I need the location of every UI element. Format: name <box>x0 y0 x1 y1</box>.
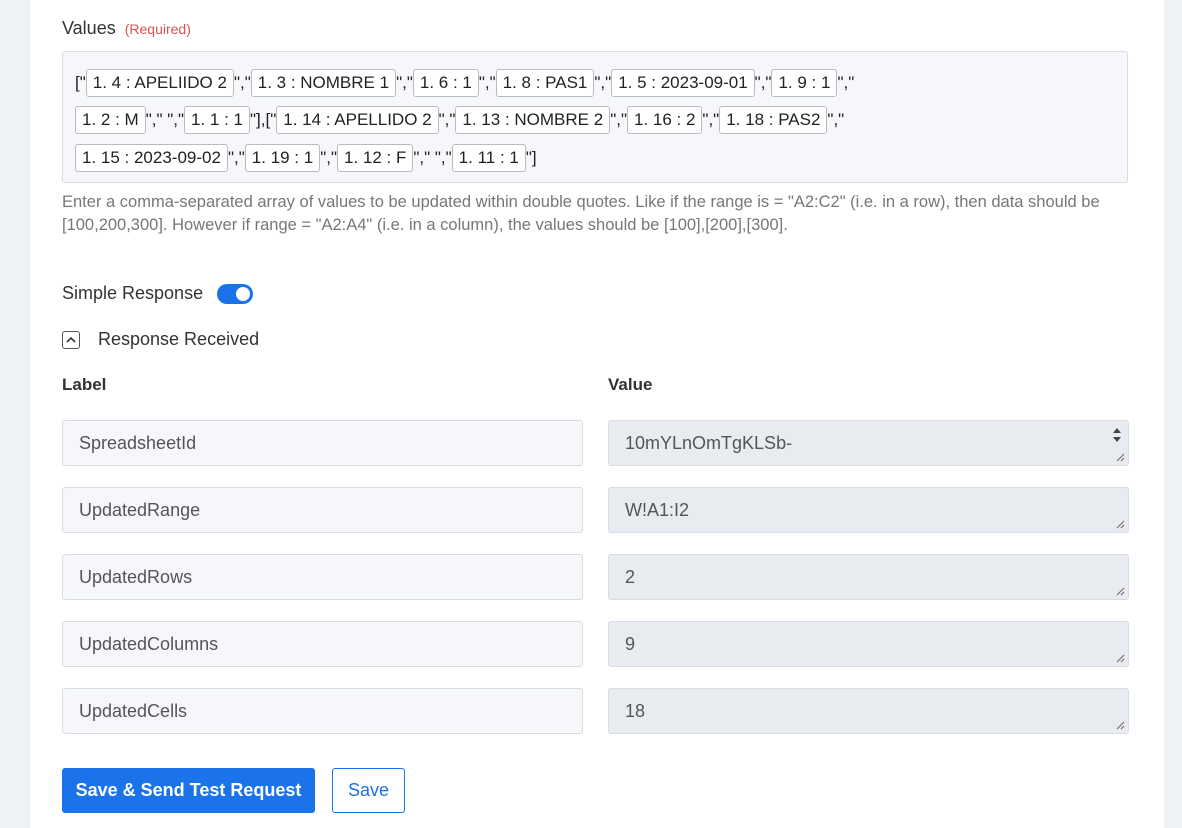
values-literal-text: "," "," <box>145 110 184 130</box>
required-indicator: (Required) <box>124 21 191 37</box>
resize-handle-icon[interactable] <box>1115 452 1125 462</box>
response-label-field[interactable]: UpdatedCells <box>62 688 583 734</box>
response-label-text: UpdatedColumns <box>79 633 219 654</box>
scroll-spinner-icon[interactable] <box>1110 423 1124 447</box>
resize-handle-icon[interactable] <box>1115 519 1125 529</box>
field-token-chip[interactable]: 1. 13 : NOMBRE 2 <box>455 106 611 135</box>
resize-handle-icon[interactable] <box>1115 720 1125 730</box>
values-label-text: Values <box>62 18 116 38</box>
simple-response-label: Simple Response <box>62 283 204 303</box>
values-literal-text: [" <box>75 72 86 92</box>
response-value-field[interactable]: 9 <box>608 621 1129 667</box>
field-token-chip[interactable]: 1. 11 : 1 <box>451 143 526 172</box>
response-value-text: 18 <box>625 700 646 721</box>
field-token-chip[interactable]: 1. 18 : PAS2 <box>719 106 828 135</box>
response-received-header[interactable]: Response Received <box>62 329 259 350</box>
save-button[interactable]: Save <box>332 768 405 813</box>
field-token-chip[interactable]: 1. 8 : PAS1 <box>495 68 595 97</box>
values-literal-text: "," <box>396 72 413 92</box>
simple-response-row: Simple Response <box>62 283 254 304</box>
values-literal-text: "," <box>610 110 627 130</box>
values-literal-text: "," <box>827 110 845 130</box>
field-token-chip[interactable]: 1. 5 : 2023-09-01 <box>611 68 755 97</box>
save-and-send-test-button[interactable]: Save & Send Test Request <box>62 768 315 813</box>
response-value-text: 10mYLnOmTgKLSb- <box>625 432 793 453</box>
values-literal-text: "," <box>754 72 772 92</box>
field-token-chip[interactable]: 1. 6 : 1 <box>412 68 479 97</box>
response-value-field[interactable]: 18 <box>608 688 1129 734</box>
value-column-header: Value <box>608 375 653 394</box>
response-value-text: 2 <box>625 566 636 587</box>
field-token-chip[interactable]: 1. 15 : 2023-09-02 <box>75 143 228 172</box>
values-literal-text: "," <box>227 147 245 167</box>
values-help-text: Enter a comma-separated array of values … <box>62 193 1100 234</box>
resize-handle-icon[interactable] <box>1115 653 1125 663</box>
values-literal-text: "," <box>837 72 855 92</box>
response-label-text: UpdatedRows <box>79 566 193 587</box>
response-value-field[interactable]: 2 <box>608 554 1129 600</box>
field-token-chip[interactable]: 1. 4 : APELIIDO 2 <box>85 68 234 97</box>
field-token-chip[interactable]: 1. 19 : 1 <box>244 143 321 172</box>
field-token-chip[interactable]: 1. 2 : M <box>75 106 146 135</box>
values-literal-text: "],[" <box>249 110 277 130</box>
response-received-label: Response Received <box>98 329 260 349</box>
form-panel: Values (Required) [" 1. 4 : APELIIDO 2 ","… <box>30 0 1164 828</box>
field-token-chip[interactable]: 1. 16 : 2 <box>626 106 703 135</box>
field-token-chip[interactable]: 1. 12 : F <box>336 143 414 172</box>
values-literal-text: "," <box>320 147 337 167</box>
values-field-label: Values (Required) <box>62 18 191 39</box>
field-token-chip[interactable]: 1. 3 : NOMBRE 1 <box>250 68 397 97</box>
resize-handle-icon[interactable] <box>1115 586 1125 596</box>
values-literal-text: "," <box>438 110 456 130</box>
values-literal-text: "," <box>233 72 251 92</box>
chevron-up-icon[interactable] <box>62 330 80 349</box>
response-value-text: 9 <box>625 633 636 654</box>
simple-response-toggle[interactable] <box>217 283 254 304</box>
values-literal-text: "," <box>702 110 720 130</box>
response-label-text: UpdatedRange <box>79 499 201 520</box>
response-label-field[interactable]: UpdatedRange <box>62 487 583 533</box>
response-label-field[interactable]: UpdatedRows <box>62 554 583 600</box>
values-input[interactable]: [" 1. 4 : APELIIDO 2 "," 1. 3 : NOMBRE 1 ","… <box>62 51 1128 183</box>
values-line: 1. 15 : 2023-09-02 "," 1. 19 : 1 "," 1. 12 :… <box>75 139 1115 177</box>
response-label-text: UpdatedCells <box>79 700 188 721</box>
toggle-knob <box>236 286 251 301</box>
values-literal-text: "," "," <box>413 147 452 167</box>
field-token-chip[interactable]: 1. 9 : 1 <box>771 68 838 97</box>
label-column-header: Label <box>62 375 107 394</box>
response-value-text: W!A1:I2 <box>625 499 690 520</box>
response-value-field[interactable]: 10mYLnOmTgKLSb- <box>608 420 1129 466</box>
field-token-chip[interactable]: 1. 1 : 1 <box>184 106 250 135</box>
response-label-field[interactable]: SpreadsheetId <box>62 420 583 466</box>
values-line: 1. 2 : M "," "," 1. 1 : 1 "],[" 1. 14 : APEL… <box>75 102 1115 140</box>
field-token-chip[interactable]: 1. 14 : APELLIDO 2 <box>276 106 439 135</box>
response-label-text: SpreadsheetId <box>79 432 197 453</box>
response-label-field[interactable]: UpdatedColumns <box>62 621 583 667</box>
values-line: [" 1. 4 : APELIIDO 2 "," 1. 3 : NOMBRE 1 ","… <box>75 64 1115 102</box>
values-literal-text: "," <box>478 72 496 92</box>
response-value-field[interactable]: W!A1:I2 <box>608 487 1129 533</box>
values-literal-text: "] <box>525 147 537 167</box>
values-literal-text: "," <box>594 72 612 92</box>
